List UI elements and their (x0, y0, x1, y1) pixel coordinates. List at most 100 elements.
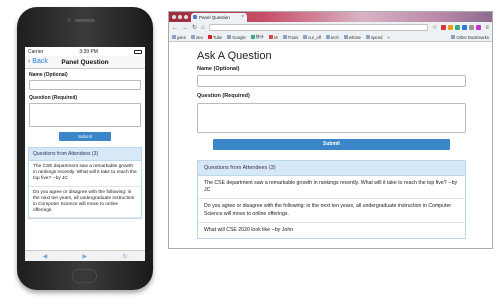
status-bar: Carrier 3:39 PM (25, 47, 145, 56)
favicon-icon (193, 15, 197, 19)
phone-screen: Carrier 3:39 PM ‹ Back Panel Question Na… (25, 47, 145, 261)
folder-icon (303, 35, 308, 39)
questions-panel: Questions from Attendees (3) The CSE dep… (197, 160, 466, 240)
extension-icon[interactable] (441, 25, 447, 30)
folder-icon (325, 35, 330, 39)
folder-icon (227, 35, 232, 39)
globe-icon (250, 35, 255, 39)
phone-frame: Carrier 3:39 PM ‹ Back Panel Question Na… (17, 7, 153, 290)
bookmark-label: Google (232, 34, 246, 40)
star-icon[interactable]: ☆ (432, 24, 437, 31)
reload-icon[interactable]: ↻ (192, 24, 197, 31)
bookmark-item[interactable]: Google (227, 35, 246, 40)
question-label: Question (Required) (197, 93, 250, 99)
browser-toolbar: ← → ↻ ⌂ ☆ ≡ (169, 22, 492, 33)
mobile-page-title: Panel Question (61, 59, 109, 66)
bookmark-label: M (274, 34, 278, 40)
window-controls (172, 15, 188, 19)
bookmark-label: Tube (212, 34, 223, 40)
forward-arrow-icon[interactable]: → (182, 25, 188, 31)
folder-icon (365, 35, 370, 39)
extension-icon[interactable] (455, 25, 461, 30)
submit-button[interactable]: Submit (59, 132, 111, 141)
question-item: The CSE department saw a remarkable grow… (198, 176, 465, 200)
bookmark-item[interactable]: M (269, 35, 278, 40)
browser-window: Panel Question × ← → ↻ ⌂ ☆ ≡ gsen dev Tu… (168, 11, 493, 249)
bookmark-item[interactable]: cur_off (303, 35, 321, 40)
reload-icon[interactable]: ↻ (122, 253, 127, 260)
question-textarea[interactable] (29, 103, 141, 127)
questions-header: Questions from Attendees (3) (29, 148, 141, 161)
question-item: Do you agree or disagree with the follow… (198, 199, 465, 223)
bookmark-item[interactable]: gsen (172, 35, 186, 40)
mobile-browser-toolbar: ◀ ▶ ↻ (25, 250, 145, 261)
extension-icon[interactable] (448, 25, 454, 30)
bookmark-item[interactable]: 统计 (250, 34, 265, 40)
address-bar[interactable] (208, 24, 429, 31)
question-item: Do you agree or disagree with the follow… (29, 187, 141, 219)
phone-camera (67, 18, 71, 22)
close-icon[interactable]: × (241, 13, 244, 22)
folder-icon (172, 35, 176, 39)
question-textarea[interactable] (197, 103, 466, 133)
extension-icons (441, 25, 482, 30)
maximize-window-button[interactable] (184, 15, 188, 19)
minimize-window-button[interactable] (178, 15, 182, 19)
carrier-label: Carrier (28, 48, 44, 55)
name-input[interactable] (29, 80, 141, 90)
bookmark-item[interactable]: tech (325, 34, 339, 40)
home-icon[interactable]: ⌂ (201, 25, 205, 31)
page-content: Ask A Question Name (Optional) Question … (169, 42, 492, 240)
browser-tab[interactable]: Panel Question × (191, 13, 247, 22)
bookmark-label: dev (196, 34, 203, 40)
submit-button[interactable]: Submit (213, 139, 450, 150)
questions-panel: Questions from Attendees (3) The CSE dep… (28, 147, 142, 220)
extension-icon[interactable] (469, 25, 475, 30)
bookmark-item[interactable]: Trans (282, 34, 299, 40)
bookmark-label: Trans (287, 34, 299, 40)
bookmark-label: cur_off (308, 34, 321, 40)
folder-icon (282, 35, 287, 39)
gmail-icon (269, 35, 274, 39)
screenshot-stage: Carrier 3:39 PM ‹ Back Panel Question Na… (0, 0, 500, 300)
phone-speaker (75, 19, 95, 22)
bookmark-label: whose (348, 34, 361, 40)
tab-title: Panel Question (199, 15, 230, 20)
name-input[interactable] (197, 75, 466, 87)
bookmark-item[interactable]: whose (343, 34, 361, 40)
bookmarks-bar: gsen dev Tube Google 统计 M Trans cur_off … (169, 33, 492, 42)
back-arrow-icon[interactable]: ◀ (43, 253, 48, 260)
folder-icon (343, 35, 348, 39)
bookmark-label: tech (330, 34, 339, 40)
browser-titlebar: Panel Question × (169, 12, 492, 22)
extension-icon[interactable] (476, 25, 482, 30)
mobile-nav-bar: ‹ Back Panel Question (25, 56, 145, 69)
bookmark-item[interactable]: Tube (207, 34, 223, 40)
other-bookmarks[interactable]: Other Bookmarks (451, 35, 489, 40)
question-label: Question (Required) (29, 95, 78, 101)
status-time: 3:39 PM (79, 48, 98, 55)
folder-icon (451, 35, 456, 39)
bookmark-label: gsen (177, 34, 187, 40)
bookmark-item[interactable]: spend (365, 34, 383, 40)
bookmark-label: 统计 (255, 34, 265, 39)
bookmark-label: Other Bookmarks (456, 34, 489, 40)
extension-icon[interactable] (462, 25, 468, 30)
bookmark-item[interactable]: dev (191, 35, 203, 40)
home-button[interactable] (72, 269, 97, 283)
back-arrow-icon[interactable]: ← (172, 25, 178, 31)
folder-icon (191, 35, 196, 39)
questions-header: Questions from Attendees (3) (198, 161, 465, 176)
menu-icon[interactable]: ≡ (485, 25, 489, 31)
question-item: What will CSE 2020 look like --by John (204, 226, 294, 233)
forward-arrow-icon[interactable]: ▶ (82, 253, 87, 260)
bookmarks-overflow-button[interactable]: » (387, 35, 389, 40)
bookmark-label: spend (370, 34, 383, 40)
close-window-button[interactable] (172, 15, 176, 19)
youtube-icon (207, 35, 212, 39)
page-title: Ask A Question (197, 50, 272, 62)
battery-icon (134, 49, 142, 54)
name-label: Name (Optional) (197, 66, 240, 72)
name-label: Name (Optional) (29, 72, 68, 78)
question-item: The CSE department saw a remarkable grow… (29, 161, 141, 187)
